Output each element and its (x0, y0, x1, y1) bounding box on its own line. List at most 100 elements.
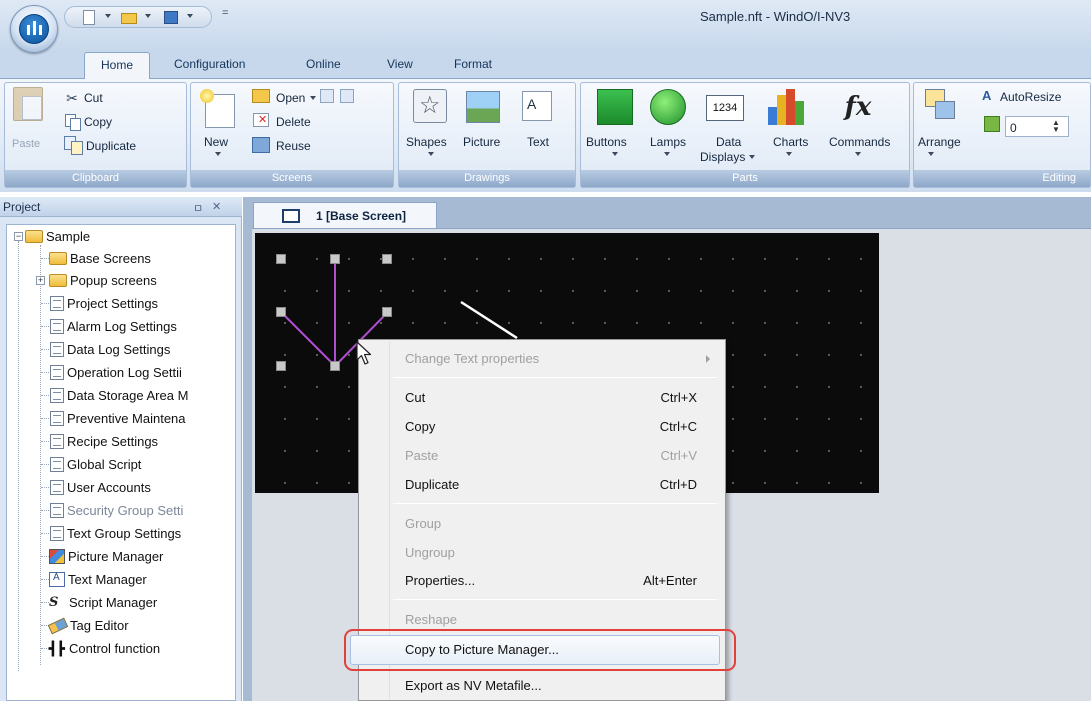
tree-item-global-script[interactable]: Global Script (49, 454, 141, 475)
open-screen-button[interactable]: Open (276, 91, 305, 105)
quick-access-toolbar (64, 6, 212, 28)
chevron-down-icon[interactable] (928, 152, 934, 156)
chevron-down-icon[interactable] (145, 14, 151, 18)
pin-icon[interactable]: ㅁ (193, 200, 203, 216)
tree-item-data-log-settings[interactable]: Data Log Settings (49, 339, 170, 360)
tree-item-popup-screens[interactable]: Popup screens (49, 270, 157, 291)
chevron-down-icon[interactable] (664, 152, 670, 156)
cut-button[interactable]: Cut (84, 91, 103, 105)
duplicate-button[interactable]: Duplicate (86, 139, 136, 153)
close-icon[interactable]: ✕ (212, 200, 221, 213)
tab-home[interactable]: Home (84, 52, 150, 79)
text-button[interactable]: Text (527, 135, 549, 149)
tree-item-sample[interactable]: Sample (25, 226, 90, 247)
save-icon[interactable] (163, 10, 181, 25)
shapes-button[interactable]: Shapes (406, 135, 447, 149)
lamps-button[interactable]: Lamps (650, 135, 686, 149)
chevron-down-icon[interactable] (105, 14, 111, 18)
tree-item-control-function[interactable]: ┫┣ Control function (49, 638, 160, 659)
data-displays-button[interactable]: Data (716, 135, 741, 149)
chevron-down-icon[interactable] (855, 152, 861, 156)
tab-base-screen-1[interactable]: 1 [Base Screen] (253, 202, 437, 228)
tree-item-operation-log-settings[interactable]: Operation Log Settii (49, 362, 182, 383)
app-logo-icon (19, 14, 49, 44)
settings-page-icon (50, 434, 64, 449)
menu-item-copy[interactable]: Copy Ctrl+C (405, 419, 715, 439)
picture-button[interactable]: Picture (463, 135, 500, 149)
tree-item-text-manager[interactable]: Text Manager (49, 569, 147, 590)
selection-handle[interactable] (276, 307, 286, 317)
spin-arrows-icon[interactable]: ▲ ▼ (1052, 119, 1060, 134)
copy-button[interactable]: Copy (84, 115, 112, 129)
arrange-button[interactable]: Arrange (918, 135, 961, 149)
data-displays-button-line2[interactable]: Displays (700, 150, 745, 164)
collapse-icon[interactable]: − (14, 232, 23, 241)
project-pane-header: Project ㅁ ✕ (0, 197, 242, 217)
delete-screen-button[interactable]: Delete (276, 115, 311, 129)
application-button[interactable] (10, 5, 58, 53)
tab-format[interactable]: Format (454, 57, 492, 71)
tree-item-data-storage-area[interactable]: Data Storage Area M (49, 385, 188, 406)
menu-item-cut[interactable]: Cut Ctrl+X (405, 390, 715, 410)
menu-item-duplicate[interactable]: Duplicate Ctrl+D (405, 477, 715, 497)
settings-page-icon (50, 319, 64, 334)
menu-item-group[interactable]: Group (405, 516, 715, 536)
selection-handle[interactable] (276, 254, 286, 264)
tree-item-picture-manager[interactable]: Picture Manager (49, 546, 163, 567)
parts-group-label: Parts (581, 170, 909, 187)
chevron-down-icon[interactable] (749, 155, 755, 159)
chevron-down-icon[interactable] (187, 14, 193, 18)
new-screen-button[interactable]: New (204, 135, 228, 149)
project-pane: Project ㅁ ✕ − Sample Base Screens + Popu… (0, 197, 242, 701)
previous-screen-icon[interactable] (320, 89, 334, 103)
paste-button[interactable]: Paste (12, 138, 40, 150)
tree-item-recipe-settings[interactable]: Recipe Settings (49, 431, 158, 452)
new-screen-icon (200, 89, 235, 128)
tree-item-alarm-log-settings[interactable]: Alarm Log Settings (49, 316, 177, 337)
settings-page-icon (50, 480, 64, 495)
tree-item-base-screens[interactable]: Base Screens (49, 248, 151, 269)
selection-handle[interactable] (276, 361, 286, 371)
menu-item-ungroup[interactable]: Ungroup (405, 545, 715, 565)
menu-item-change-text-properties[interactable]: Change Text properties (405, 351, 715, 371)
tree-item-script-manager[interactable]: S Script Manager (49, 592, 157, 613)
tree-item-text-group-settings[interactable]: Text Group Settings (49, 523, 181, 544)
chevron-down-icon[interactable] (612, 152, 618, 156)
chevron-down-icon[interactable] (215, 152, 221, 156)
open-folder-icon[interactable] (121, 10, 139, 25)
settings-page-icon (50, 388, 64, 403)
charts-button[interactable]: Charts (773, 135, 808, 149)
buttons-button[interactable]: Buttons (586, 135, 627, 149)
selection-handle[interactable] (382, 254, 392, 264)
tree-item-preventive-maintenance[interactable]: Preventive Maintena (49, 408, 186, 429)
selection-handle[interactable] (382, 307, 392, 317)
menu-item-properties[interactable]: Properties... Alt+Enter (405, 573, 715, 593)
chevron-down-icon[interactable] (310, 96, 316, 100)
tree-item-project-settings[interactable]: Project Settings (49, 293, 158, 314)
tree-item-user-accounts[interactable]: User Accounts (49, 477, 151, 498)
commands-button[interactable]: Commands (829, 135, 890, 149)
menu-item-export-nv-metafile[interactable]: Export as NV Metafile... (405, 678, 715, 698)
tab-base-screen-label: 1 [Base Screen] (316, 209, 407, 223)
tree-item-security-group-settings[interactable]: Security Group Setti (49, 500, 183, 521)
chevron-down-icon[interactable] (786, 152, 792, 156)
tab-online[interactable]: Online (306, 57, 341, 71)
tab-view[interactable]: View (387, 57, 413, 71)
text-icon (522, 91, 552, 121)
chevron-down-icon[interactable] (428, 152, 434, 156)
reuse-screen-button[interactable]: Reuse (276, 139, 311, 153)
editing-group-label: Editing (914, 170, 1090, 187)
arrange-icon (925, 89, 955, 119)
screens-group-label: Screens (191, 170, 393, 187)
tree-item-tag-editor[interactable]: Tag Editor (47, 615, 129, 636)
customize-qat-button[interactable]: = (222, 7, 228, 19)
selection-handle[interactable] (330, 361, 340, 371)
selection-handle[interactable] (330, 254, 340, 264)
next-screen-icon[interactable] (340, 89, 354, 103)
new-file-icon[interactable] (81, 10, 99, 25)
autoresize-button[interactable]: AutoResize (1000, 90, 1061, 104)
expand-icon[interactable]: + (36, 276, 45, 285)
autoresize-icon: A (982, 88, 992, 103)
menu-item-paste[interactable]: Paste Ctrl+V (405, 448, 715, 468)
tab-configuration[interactable]: Configuration (174, 57, 245, 71)
